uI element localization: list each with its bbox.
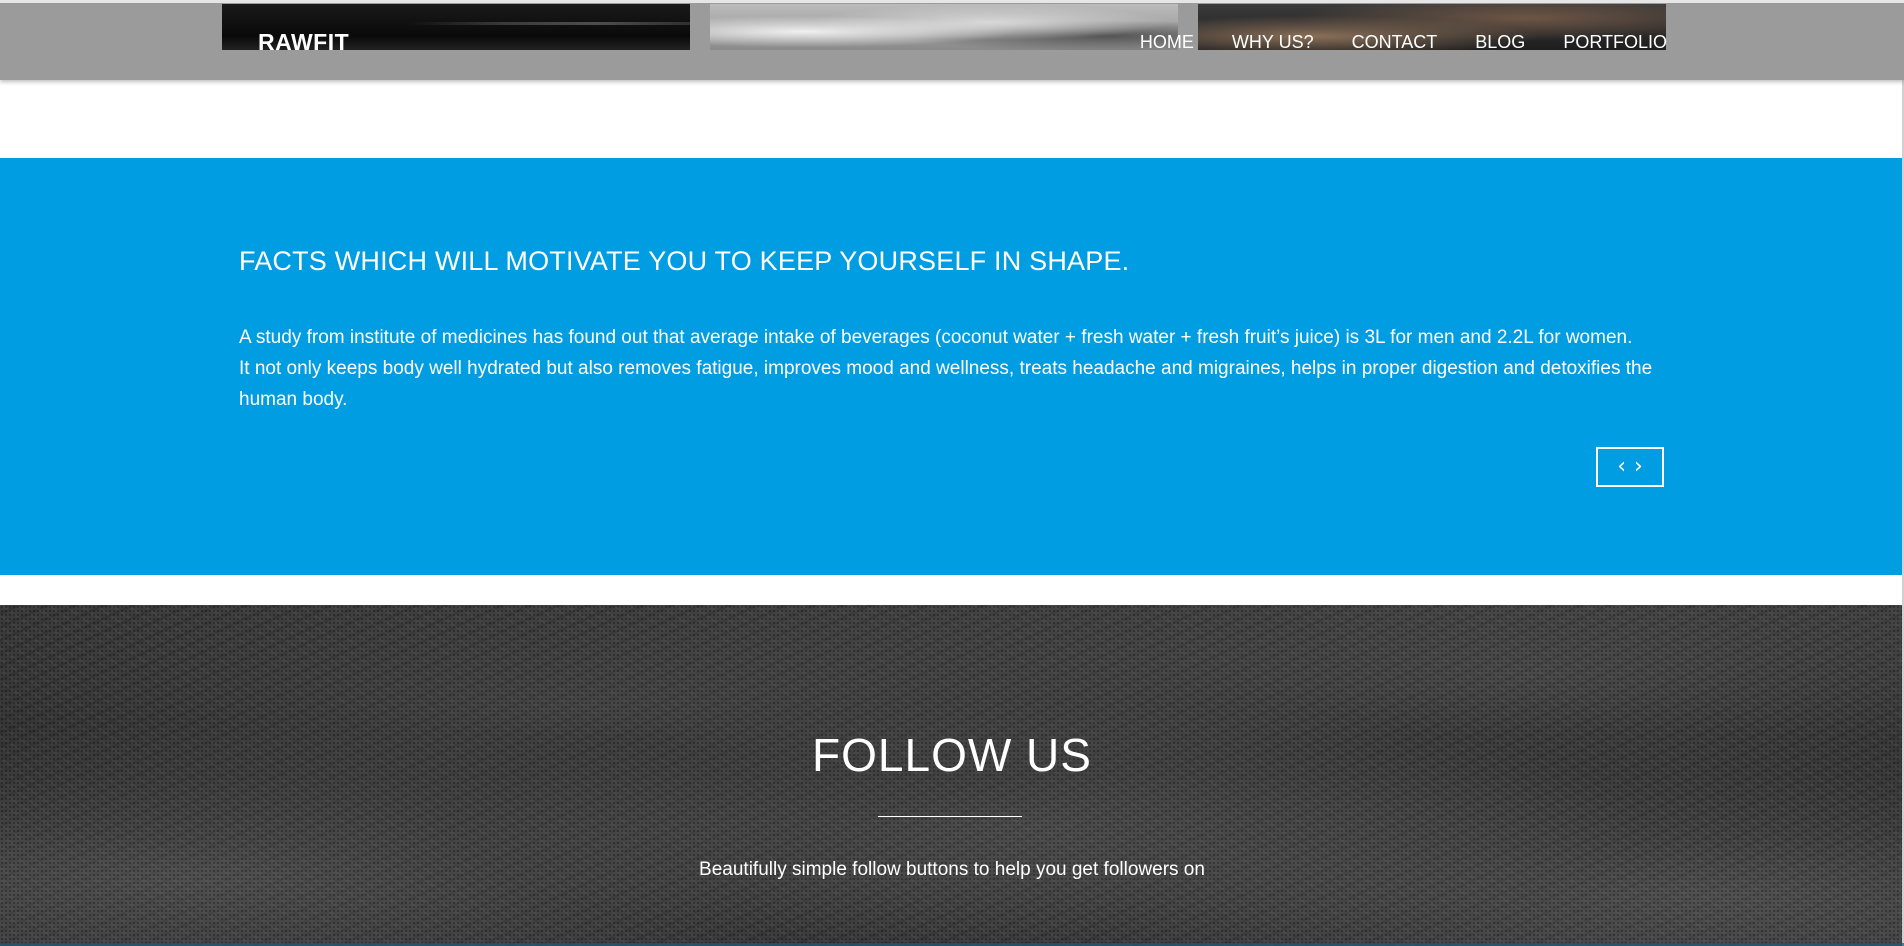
follow-text: Beautifully simple follow buttons to hel… <box>699 859 1205 880</box>
chevron-right-icon[interactable]: › <box>1634 456 1643 478</box>
facts-text: A study from institute of medicines has … <box>239 322 1679 415</box>
divider <box>878 816 1022 817</box>
facts-paragraph: It not only keeps body well hydrated but… <box>239 358 1653 410</box>
facts-title: FACTS WHICH WILL MOTIVATE YOU TO KEEP YO… <box>239 246 1130 276</box>
chevron-left-icon[interactable]: ‹ <box>1617 456 1626 478</box>
nav-item-blog[interactable]: BLOG <box>1475 32 1525 53</box>
follow-section: FOLLOW US Beautifully simple follow butt… <box>0 605 1904 946</box>
brand-logo[interactable]: RAWFIT <box>258 29 349 56</box>
facts-paragraph: A study from institute of medicines has … <box>239 327 1633 348</box>
nav-item-contact[interactable]: CONTACT <box>1352 32 1438 53</box>
nav-item-why-us[interactable]: WHY US? <box>1232 32 1314 53</box>
site-header: RAWFIT HOME WHY US? CONTACT BLOG PORTFOL… <box>0 0 1904 80</box>
main-nav: HOME WHY US? CONTACT BLOG PORTFOLIO <box>1102 32 1667 53</box>
nav-item-portfolio[interactable]: PORTFOLIO <box>1563 32 1667 53</box>
slider-controls: ‹ › <box>1596 447 1664 487</box>
facts-section: FACTS WHICH WILL MOTIVATE YOU TO KEEP YO… <box>0 158 1904 575</box>
nav-item-home[interactable]: HOME <box>1140 32 1194 53</box>
follow-title: FOLLOW US <box>812 729 1092 781</box>
